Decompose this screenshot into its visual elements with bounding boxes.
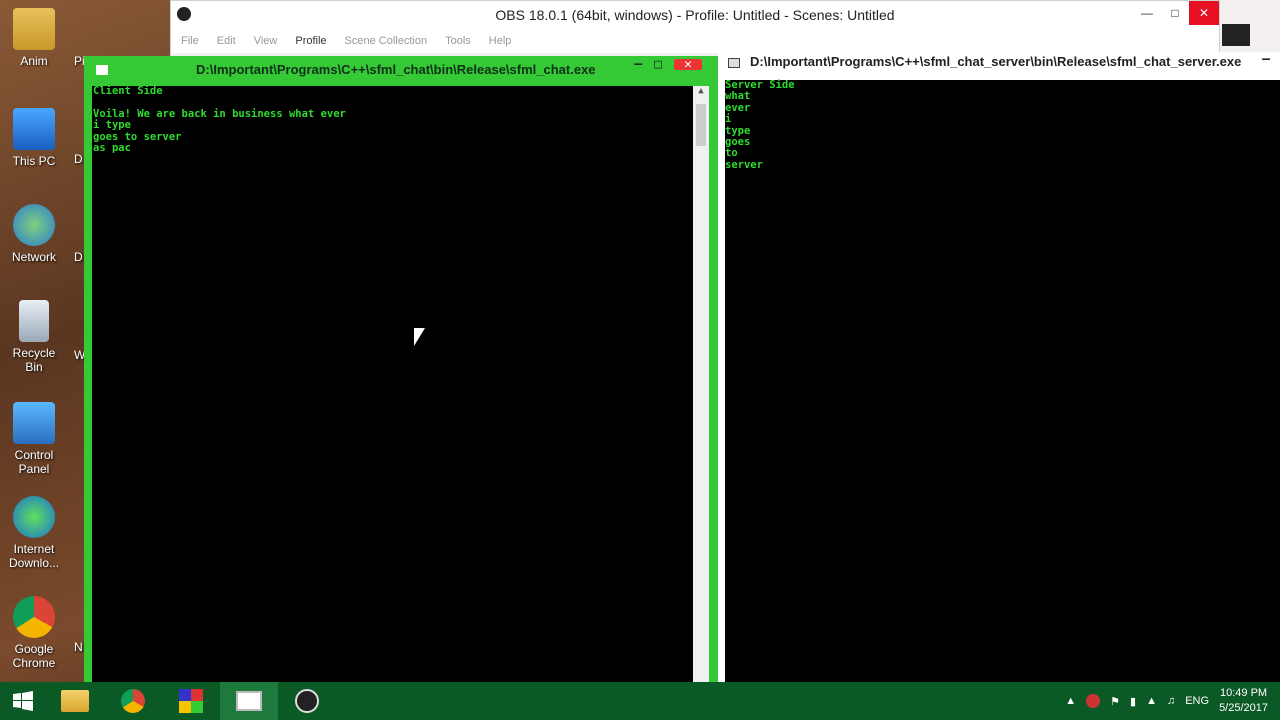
console-line: as pac (93, 142, 131, 155)
computer-icon (13, 108, 55, 150)
desktop-icon-label: Anim (20, 54, 48, 68)
taskbar: ▲ ⚑ ▮ ▲ ♫ ENG 10:49 PM 5/25/2017 (0, 682, 1280, 720)
recycle-bin-icon (19, 300, 49, 342)
close-button[interactable]: ✕ (674, 58, 702, 71)
server-console-output[interactable]: Server Side what ever i type goes to ser… (725, 79, 1280, 682)
taskbar-chrome[interactable] (104, 682, 162, 720)
download-manager-icon (13, 496, 55, 538)
system-tray: ▲ ⚑ ▮ ▲ ♫ ENG 10:49 PM 5/25/2017 (1065, 682, 1280, 720)
menu-edit[interactable]: Edit (217, 35, 236, 47)
chrome-icon (13, 596, 55, 638)
console-icon (236, 691, 262, 711)
server-console-window: D:\Important\Programs\C++\sfml_chat_serv… (718, 52, 1280, 682)
clock[interactable]: 10:49 PM 5/25/2017 (1219, 686, 1268, 716)
antivirus-icon[interactable] (1086, 694, 1101, 708)
maximize-button[interactable]: □ (1161, 1, 1189, 25)
console-line: i (725, 113, 732, 126)
signal-icon[interactable]: ▲ (1146, 695, 1157, 707)
battery-icon[interactable]: ▮ (1130, 695, 1136, 708)
server-titlebar[interactable]: D:\Important\Programs\C++\sfml_chat_serv… (718, 52, 1280, 76)
menu-tools[interactable]: Tools (445, 35, 471, 47)
windows-logo-icon (13, 691, 33, 711)
thumbnail (1222, 24, 1250, 46)
control-panel-icon (13, 402, 55, 444)
desktop-icon-label: Control Panel (14, 448, 54, 476)
console-line: type (725, 124, 751, 137)
chevron-up-icon[interactable]: ▲ (1065, 695, 1076, 707)
console-line: Client Side (93, 85, 163, 97)
taskbar-obs[interactable] (278, 682, 336, 720)
folder-icon (61, 690, 89, 712)
mouse-cursor-icon (414, 328, 425, 346)
console-line: Voila! We are back in business what ever (93, 107, 346, 120)
desktop-icon-label: Google Chrome (12, 642, 56, 670)
flag-icon[interactable]: ⚑ (1110, 695, 1120, 708)
language-indicator[interactable]: ENG (1185, 695, 1209, 707)
obs-window-title: OBS 18.0.1 (64bit, windows) - Profile: U… (495, 7, 895, 23)
taskbar-console[interactable] (220, 682, 278, 720)
console-icon (728, 58, 740, 68)
desktop-icon-internet-download[interactable]: Internet Downlo... (4, 496, 64, 570)
taskbar-file-explorer[interactable] (46, 682, 104, 720)
desktop-icon-control-panel[interactable]: Control Panel (4, 402, 64, 476)
minimize-button[interactable]: — (634, 58, 642, 71)
folder-icon (13, 8, 55, 50)
desktop-icon-this-pc[interactable]: This PC (4, 108, 64, 168)
menu-help[interactable]: Help (489, 35, 512, 47)
console-line: goes (725, 136, 751, 149)
desktop-icon-label: Recycle Bin (12, 346, 56, 374)
console-icon (96, 65, 108, 75)
desktop-icon-anim[interactable]: Anim (4, 8, 64, 68)
console-line: Server Side (725, 79, 795, 91)
menu-file[interactable]: File (181, 35, 199, 47)
taskbar-codeblocks[interactable] (162, 682, 220, 720)
console-line: what (725, 90, 751, 103)
menu-profile[interactable]: Profile (295, 35, 326, 47)
clock-time: 10:49 PM (1219, 687, 1268, 699)
clock-date: 5/25/2017 (1219, 702, 1268, 714)
desktop-icon-label: Network (11, 250, 56, 264)
obs-titlebar[interactable]: OBS 18.0.1 (64bit, windows) - Profile: U… (171, 1, 1219, 29)
console-line: server (725, 158, 763, 171)
console-line: to (725, 147, 738, 160)
volume-icon[interactable]: ♫ (1167, 695, 1175, 707)
start-button[interactable] (0, 682, 46, 720)
codeblocks-icon (179, 689, 203, 713)
console-line: goes to server (93, 130, 182, 143)
server-window-title: D:\Important\Programs\C++\sfml_chat_serv… (750, 54, 1242, 69)
scroll-up-arrow-icon[interactable]: ▲ (693, 86, 709, 102)
chrome-icon (121, 689, 145, 713)
client-console-output[interactable]: Client Side Voila! We are back in busine… (92, 85, 694, 682)
console-line: i type (93, 119, 131, 132)
desktop-icon-network[interactable]: Network (4, 204, 64, 264)
obs-menubar: File Edit View Profile Scene Collection … (171, 29, 1219, 53)
client-console-window: D:\Important\Programs\C++\sfml_chat\bin\… (84, 56, 718, 682)
obs-window: OBS 18.0.1 (64bit, windows) - Profile: U… (170, 0, 1220, 60)
obs-icon (295, 689, 319, 713)
minimize-button[interactable]: — (1133, 1, 1161, 25)
minimize-button[interactable]: — (1262, 53, 1270, 66)
network-icon (13, 204, 55, 246)
scroll-thumb[interactable] (696, 104, 706, 146)
vertical-scrollbar[interactable]: ▲ (693, 86, 709, 682)
client-window-title: D:\Important\Programs\C++\sfml_chat\bin\… (196, 62, 596, 77)
desktop-icon-label: This PC (12, 154, 56, 168)
maximize-button[interactable]: □ (654, 58, 662, 71)
menu-scene-collection[interactable]: Scene Collection (345, 35, 428, 47)
background-window-strip (1220, 0, 1280, 60)
desktop-icon-recycle-bin[interactable]: Recycle Bin (4, 300, 64, 374)
menu-view[interactable]: View (254, 35, 278, 47)
console-line: ever (725, 101, 751, 114)
desktop-icon-label: Internet Downlo... (8, 542, 60, 570)
client-titlebar[interactable]: D:\Important\Programs\C++\sfml_chat\bin\… (84, 56, 718, 86)
close-button[interactable]: ✕ (1189, 1, 1219, 25)
desktop-icon-google-chrome[interactable]: Google Chrome (4, 596, 64, 670)
